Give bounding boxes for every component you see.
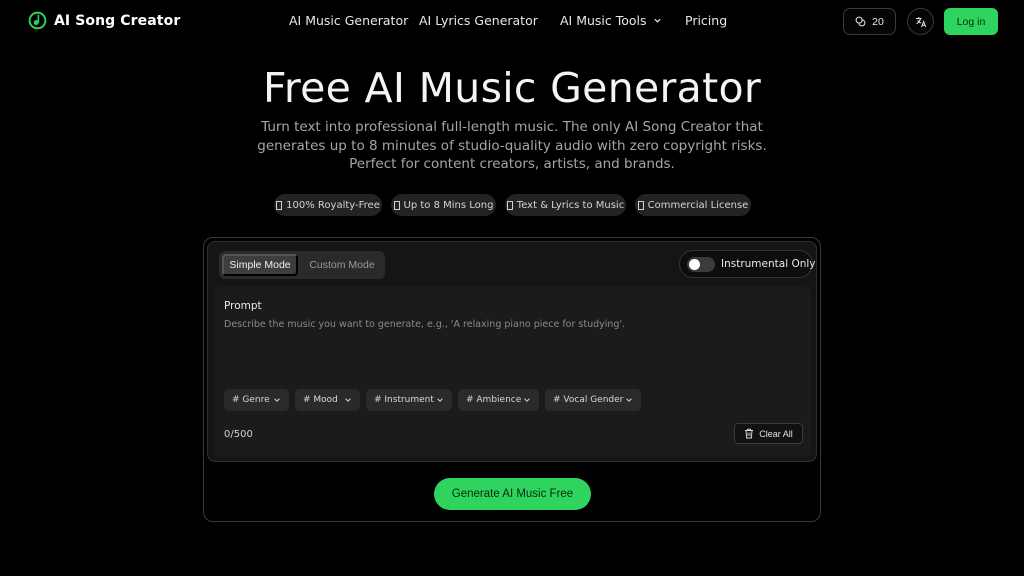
coins-icon <box>855 16 866 27</box>
tag-genre[interactable]: # Genre <box>224 389 289 411</box>
chevron-down-icon <box>524 398 530 402</box>
tag-label: # Instrument <box>374 395 434 405</box>
nav-ai-lyrics-generator[interactable]: AI Lyrics Generator <box>419 13 538 28</box>
badge-icon <box>506 200 513 210</box>
tag-label: # Mood <box>303 395 338 405</box>
tag-label: # Genre <box>232 395 270 405</box>
translate-icon <box>915 16 926 27</box>
custom-mode-tab[interactable]: Custom Mode <box>302 254 382 276</box>
login-button[interactable]: Log in <box>944 8 998 35</box>
tag-label: # Ambience <box>466 395 522 405</box>
badge-label: Commercial License <box>647 199 749 211</box>
badge-label: 100% Royalty-Free <box>286 199 380 211</box>
clear-all-button[interactable]: Clear All <box>734 423 803 444</box>
nav-ai-music-tools[interactable]: AI Music Tools <box>560 13 662 28</box>
character-counter: 0/500 <box>224 429 253 440</box>
toggle-knob <box>689 259 700 270</box>
top-header: AI Song Creator AI Music Generator AI Ly… <box>0 0 1024 42</box>
badge-length: Up to 8 Mins Long <box>391 194 496 216</box>
tag-vocal-gender[interactable]: # Vocal Gender <box>545 389 641 411</box>
prompt-input[interactable] <box>224 319 801 379</box>
prompt-area: Prompt # Genre # Mood # Instrument # Amb… <box>214 287 811 457</box>
instrumental-toggle[interactable] <box>687 257 715 272</box>
generator-card: Simple Mode Custom Mode Instrumental Onl… <box>203 237 821 522</box>
chevron-down-icon <box>653 18 661 23</box>
page-title: Free AI Music Generator <box>263 64 761 112</box>
generate-button[interactable]: Generate AI Music Free <box>434 478 591 510</box>
tag-mood[interactable]: # Mood <box>295 389 360 411</box>
language-button[interactable] <box>907 8 934 35</box>
tag-ambience[interactable]: # Ambience <box>458 389 539 411</box>
badge-commercial: Commercial License <box>635 194 751 216</box>
chevron-down-icon <box>437 398 443 402</box>
nav-ai-music-tools-label: AI Music Tools <box>560 13 647 28</box>
feature-badges: 100% Royalty-Free Up to 8 Mins Long Text… <box>0 194 1024 216</box>
generator-panel: Simple Mode Custom Mode Instrumental Onl… <box>207 241 817 462</box>
badge-icon <box>276 200 283 210</box>
badge-label: Up to 8 Mins Long <box>403 199 494 211</box>
hero-subtitle: Turn text into professional full-length … <box>257 119 767 173</box>
badge-label: Text & Lyrics to Music <box>516 199 625 211</box>
mode-switch: Simple Mode Custom Mode <box>219 251 385 279</box>
nav-ai-music-generator[interactable]: AI Music Generator <box>289 13 408 28</box>
badge-icon <box>393 200 400 210</box>
instrumental-label: Instrumental Only <box>721 258 816 270</box>
tag-instrument[interactable]: # Instrument <box>366 389 452 411</box>
chevron-down-icon <box>274 398 280 402</box>
credits-button[interactable]: 20 <box>843 8 896 35</box>
trash-icon <box>745 428 754 439</box>
badge-icon <box>637 200 644 210</box>
prompt-label: Prompt <box>224 300 262 312</box>
chevron-down-icon <box>345 398 351 402</box>
clear-all-label: Clear All <box>759 428 793 439</box>
nav-pricing[interactable]: Pricing <box>685 13 727 28</box>
tag-label: # Vocal Gender <box>553 395 624 405</box>
simple-mode-tab[interactable]: Simple Mode <box>222 254 298 276</box>
instrumental-toggle-container: Instrumental Only <box>679 250 816 278</box>
badge-text-lyrics: Text & Lyrics to Music <box>505 194 626 216</box>
chevron-down-icon <box>626 398 632 402</box>
credits-count: 20 <box>872 15 884 28</box>
badge-royalty-free: 100% Royalty-Free <box>274 194 382 216</box>
